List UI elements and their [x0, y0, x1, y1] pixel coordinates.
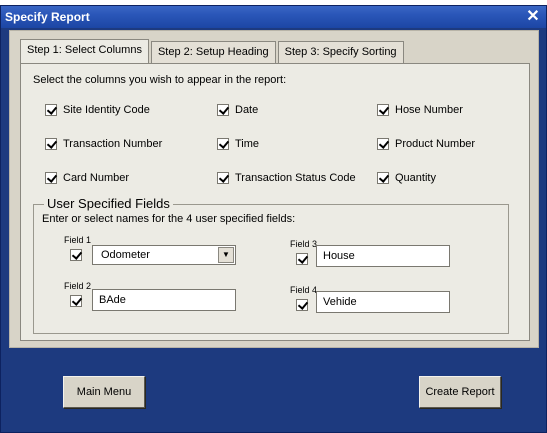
checkbox-label: Card Number	[63, 172, 130, 184]
checkbox-label: Date	[235, 104, 259, 116]
checkbox-box[interactable]	[45, 172, 57, 184]
checkbox-box[interactable]	[45, 138, 57, 150]
checkbox-box[interactable]	[377, 104, 389, 116]
field-2-value: BAde	[99, 294, 126, 306]
field-3-label: Field 3	[290, 239, 318, 249]
field-1-combobox[interactable]: Odometer ▼	[92, 245, 236, 265]
group-instruction: Enter or select names for the 4 user spe…	[42, 213, 296, 225]
window-title: Specify Report	[5, 10, 90, 24]
group-title: User Specified Fields	[44, 196, 173, 211]
tab-strip: Step 1: Select Columns Step 2: Setup Hea…	[20, 39, 406, 63]
checkbox-box[interactable]	[377, 138, 389, 150]
tab-setup-heading[interactable]: Step 2: Setup Heading	[150, 41, 276, 63]
close-icon[interactable]: ✕	[524, 8, 542, 26]
checkbox-hose-number[interactable]: Hose Number	[377, 104, 463, 116]
field-3-value: House	[323, 250, 355, 262]
field-1-checkbox[interactable]	[70, 249, 82, 261]
field-4-value: Vehide	[323, 296, 357, 308]
tab-specify-sorting[interactable]: Step 3: Specify Sorting	[277, 41, 404, 63]
checkbox-time[interactable]: Time	[217, 138, 259, 150]
user-specified-fields-group: User Specified Fields Enter or select na…	[33, 196, 509, 334]
checkbox-box[interactable]	[217, 104, 229, 116]
field-3-checkbox[interactable]	[296, 253, 308, 265]
checkbox-box[interactable]	[217, 172, 229, 184]
specify-report-window: Specify Report ✕ Step 1: Select Columns …	[0, 5, 547, 433]
field-2-checkbox[interactable]	[70, 295, 82, 307]
field-2-label: Field 2	[64, 281, 92, 291]
field-1-label: Field 1	[64, 235, 92, 245]
checkbox-product-number[interactable]: Product Number	[377, 138, 475, 150]
checkbox-label: Quantity	[395, 172, 436, 184]
checkbox-card-number[interactable]: Card Number	[45, 172, 129, 184]
field-3-input[interactable]: House	[316, 245, 450, 267]
checkbox-label: Product Number	[395, 138, 476, 150]
checkbox-quantity[interactable]: Quantity	[377, 172, 436, 184]
title-bar[interactable]: Specify Report ✕	[1, 6, 546, 28]
checkbox-box[interactable]	[377, 172, 389, 184]
checkbox-label: Transaction Number	[63, 138, 163, 150]
checkbox-label: Transaction Status Code	[235, 172, 356, 184]
checkbox-label: Time	[235, 138, 260, 150]
main-menu-button[interactable]: Main Menu	[63, 376, 145, 408]
columns-instruction: Select the columns you wish to appear in…	[33, 74, 287, 86]
chevron-down-icon[interactable]: ▼	[218, 247, 234, 263]
checkbox-transaction-number[interactable]: Transaction Number	[45, 138, 162, 150]
checkbox-box[interactable]	[217, 138, 229, 150]
checkbox-site-identity-code[interactable]: Site Identity Code	[45, 104, 150, 116]
field-1-value: Odometer	[101, 249, 150, 261]
checkbox-label: Site Identity Code	[63, 104, 150, 116]
checkbox-date[interactable]: Date	[217, 104, 258, 116]
field-4-label: Field 4	[290, 285, 318, 295]
dialog-panel: Step 1: Select Columns Step 2: Setup Hea…	[9, 30, 539, 348]
checkbox-transaction-status-code[interactable]: Transaction Status Code	[217, 172, 356, 184]
checkbox-label: Hose Number	[395, 104, 463, 116]
checkbox-box[interactable]	[45, 104, 57, 116]
select-columns-page: Select the columns you wish to appear in…	[20, 63, 530, 341]
field-4-checkbox[interactable]	[296, 299, 308, 311]
field-2-input[interactable]: BAde	[92, 289, 236, 311]
field-4-input[interactable]: Vehide	[316, 291, 450, 313]
create-report-button[interactable]: Create Report	[419, 376, 501, 408]
tab-select-columns[interactable]: Step 1: Select Columns	[20, 39, 149, 63]
